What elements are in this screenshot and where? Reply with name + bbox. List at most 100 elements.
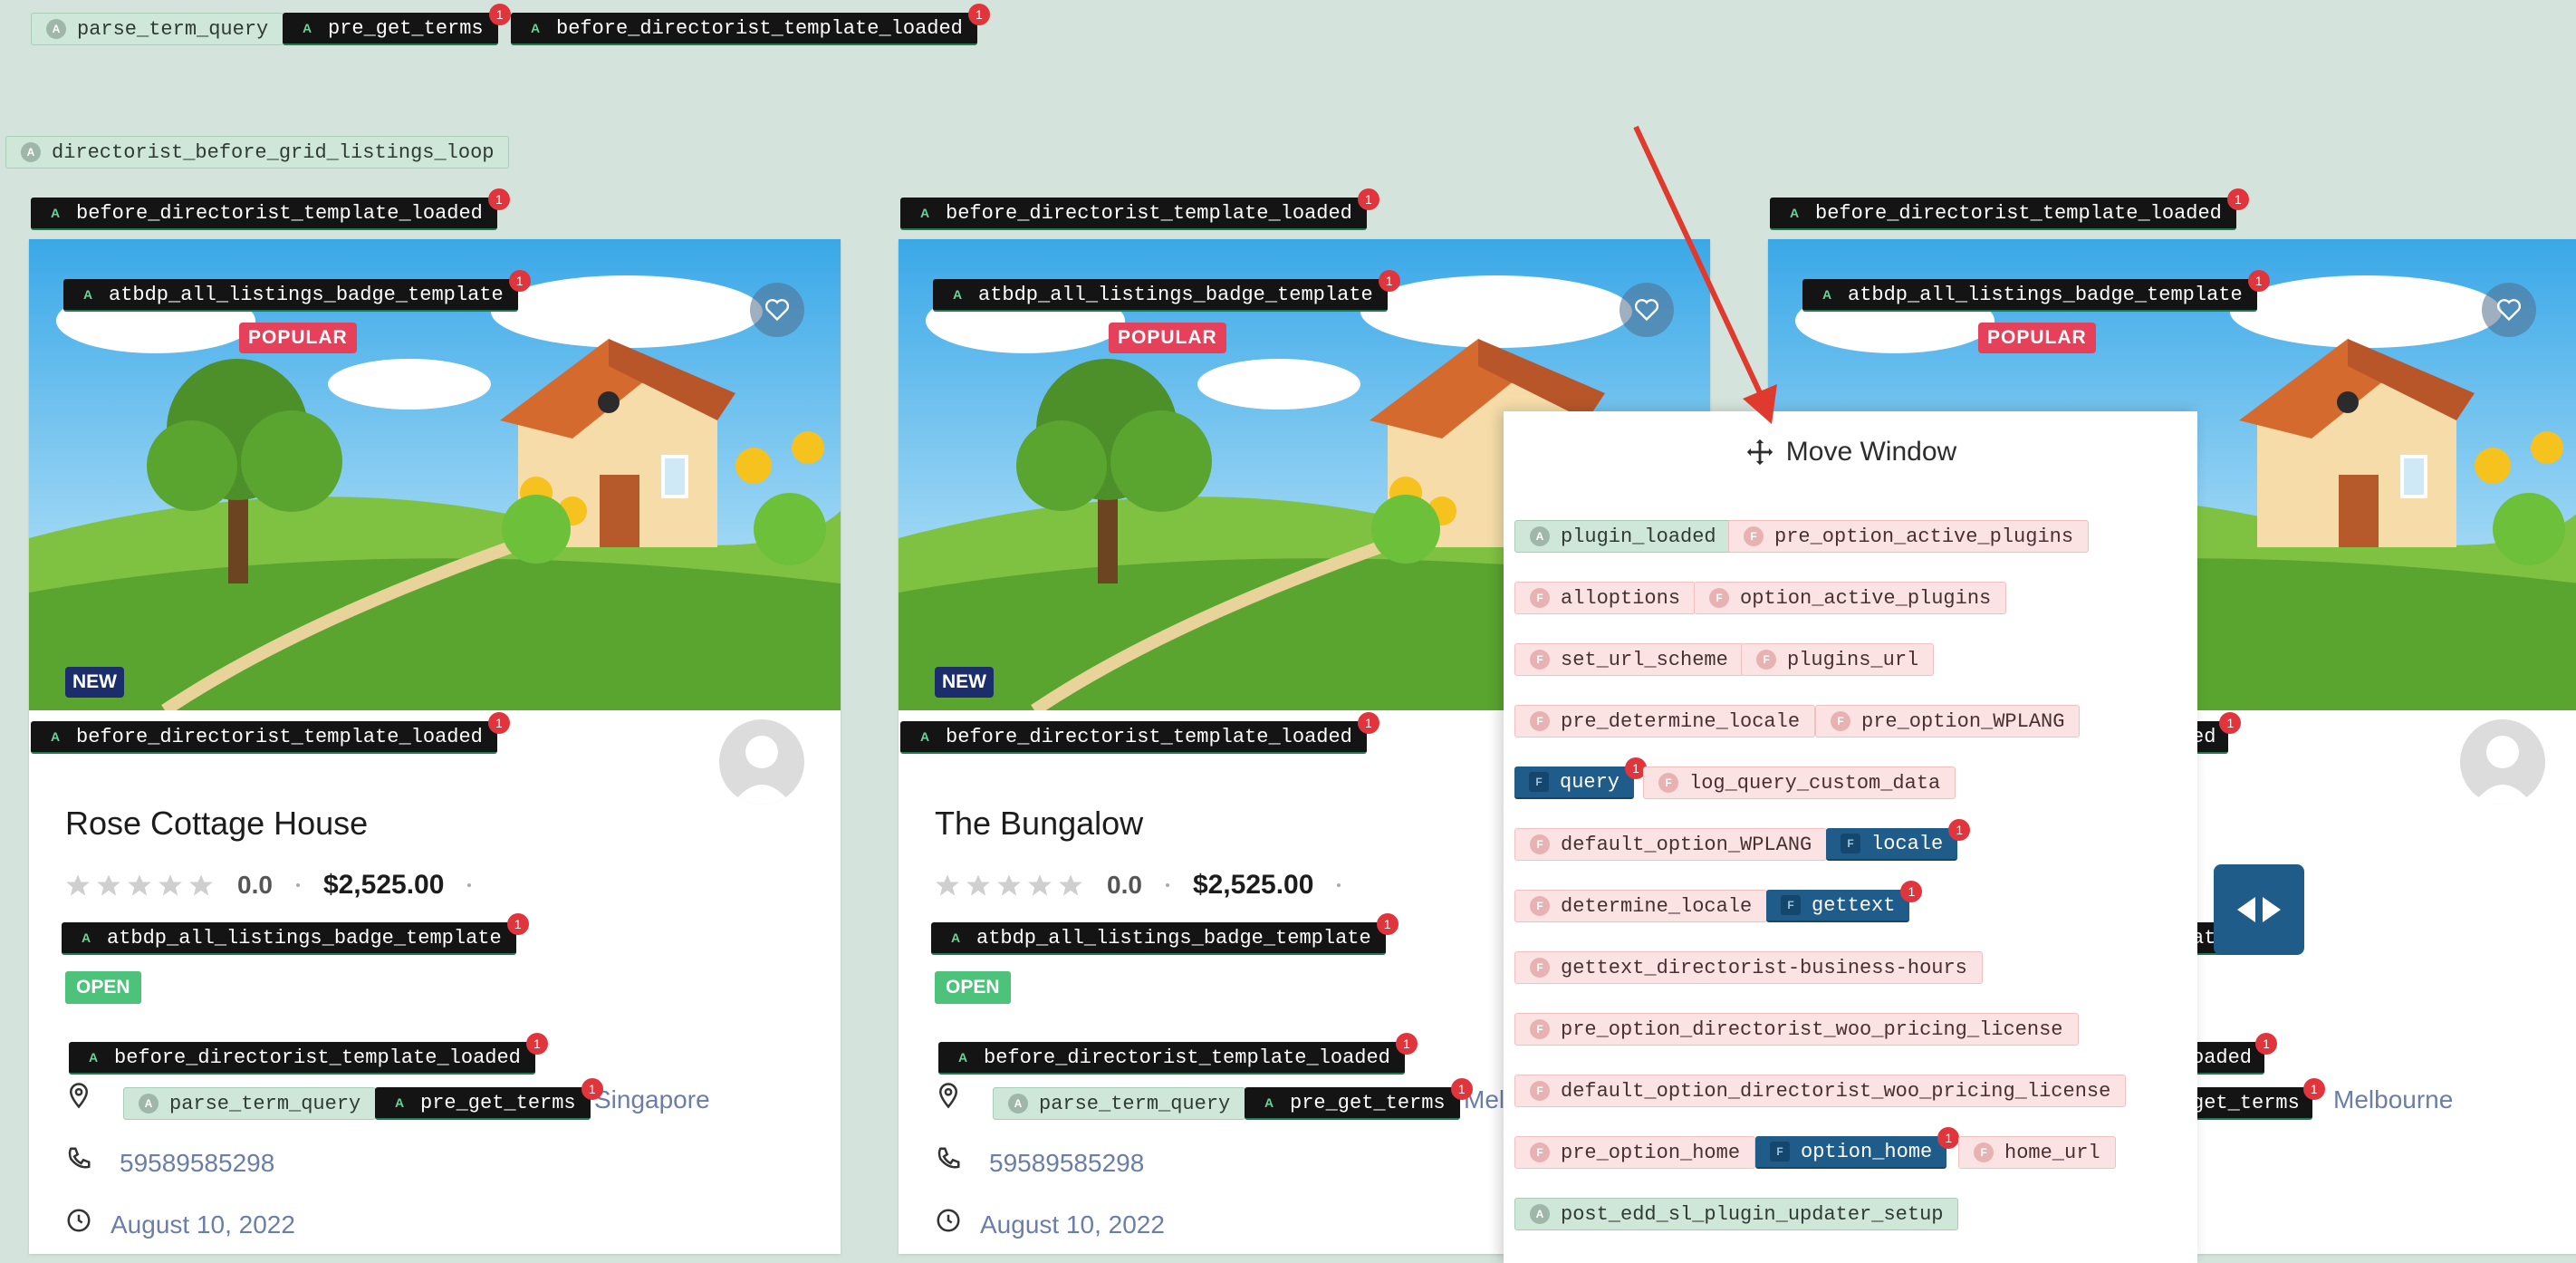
listing-title[interactable]: The Bungalow [935,805,1143,843]
avatar-icon [2473,736,2533,805]
hook-tag-pre-get-terms[interactable]: A pre_get_terms 1 [375,1078,603,1120]
hook-tag-label: set_url_scheme [1561,648,1728,671]
hook-tag-label: parse_term_query [77,17,269,41]
hook-tag-pre-option-home[interactable]: F pre_option_home [1514,1136,1756,1169]
hook-tag-plugins-url[interactable]: F plugins_url [1741,643,1935,676]
hook-tag-label: option_active_plugins [1740,586,1992,610]
hook-tag-label: parse_term_query [1039,1092,1231,1115]
hook-tag-badge-template[interactable]: A atbdp_all_listings_badge_template 1 [63,270,531,312]
hook-tag-pre-option-active-plugins[interactable]: F pre_option_active_plugins [1728,520,2090,553]
hook-type-icon: A [21,142,41,162]
hook-tag-parse-term-query[interactable]: A parse_term_query [123,1087,377,1120]
hook-tag-card2-before-template[interactable]: A before_directorist_template_loaded 1 [900,188,1379,230]
hook-tag-pre-get-terms-partial[interactable]: get_terms 1 [2188,1078,2325,1120]
hook-type-icon: A [82,287,93,302]
hook-type-icon: A [1821,287,1832,302]
hook-tag-option-active-plugins[interactable]: F option_active_plugins [1694,582,2007,614]
listing-phone[interactable]: 59589585298 [989,1149,1144,1178]
hook-type-icon: A [952,287,963,302]
hook-tag-label: query [1560,770,1620,794]
hook-tag-badge-template-2[interactable]: A atbdp_all_listings_badge_template 1 [931,913,1399,955]
hook-tag-log-query-custom-data[interactable]: F log_query_custom_data [1643,766,1956,799]
hook-tag-label: before_directorist_template_loaded [1815,201,2222,225]
rating-stars[interactable] [935,873,1083,897]
hook-count-badge: 1 [1357,188,1379,210]
hook-tag-locale[interactable]: F locale 1 [1826,819,1971,861]
hook-tag-badge-template[interactable]: A atbdp_all_listings_badge_template 1 [1802,270,2270,312]
listing-location[interactable]: Singapore [594,1085,710,1114]
hook-tag-label: option_home [1801,1140,1933,1163]
hook-type-icon: A [919,206,930,220]
hook-tag-parse-term-query[interactable]: A parse_term_query [993,1087,1246,1120]
rating-value: 0.0 [1107,871,1142,899]
hook-tag-before-template-partial-2[interactable]: oaded 1 [2188,1033,2278,1075]
favorite-button[interactable] [750,283,804,337]
hook-tag-badge-template-2[interactable]: A atbdp_all_listings_badge_template 1 [62,913,529,955]
hook-tag-plugin-loaded[interactable]: A plugin_loaded [1514,520,1732,553]
listing-phone[interactable]: 59589585298 [120,1149,274,1178]
listing-title[interactable]: Rose Cottage House [65,805,368,843]
hook-tag-before-template[interactable]: A before_directorist_template_loaded 1 [900,712,1379,754]
hook-tag-label: before_directorist_template_loaded [946,725,1352,748]
hook-tag-before-grid-listings-loop[interactable]: A directorist_before_grid_listings_loop [5,136,510,169]
heart-icon [2496,299,2522,322]
separator-dot [1165,883,1169,887]
phone-icon [68,1147,91,1169]
hook-tag-label: before_directorist_template_loaded [984,1046,1390,1069]
hook-type-icon: F [1841,834,1860,853]
star-icon [1028,874,1052,896]
hook-type-icon: F [1530,1142,1550,1162]
hook-type-icon: A [950,930,961,945]
hook-type-icon: A [530,21,541,35]
listing-location[interactable]: Melbourne [2333,1085,2453,1114]
hook-tag-pre-option-wplang[interactable]: F pre_option_WPLANG [1815,705,2081,738]
favorite-button[interactable] [2482,283,2536,337]
toggle-panel-button[interactable] [2214,864,2304,955]
hook-tag-pre-get-terms[interactable]: A pre_get_terms 1 [283,4,511,45]
hook-tag-label: oaded [2192,1046,2253,1069]
hook-tag-gettext-business-hours[interactable]: F gettext_directorist-business-hours [1514,951,1983,984]
hook-tag-default-option-woo-pricing-license[interactable]: F default_option_directorist_woo_pricing… [1514,1075,2127,1107]
hook-tag-label: before_directorist_template_loaded [76,201,483,225]
hook-tag-gettext[interactable]: F gettext 1 [1766,881,1923,922]
hook-tag-edd-sl-plugin-updater-setup[interactable]: A post_edd_sl_plugin_updater_setup [1514,1198,1959,1230]
favorite-button[interactable] [1620,283,1674,337]
hook-count-badge: 1 [1937,1127,1960,1149]
hook-type-icon: A [1264,1095,1274,1110]
avatar[interactable] [719,719,804,805]
star-icon [1059,874,1082,896]
hook-tag-before-template-2[interactable]: A before_directorist_template_loaded 1 [69,1033,548,1075]
hook-tag-query[interactable]: F query 1 [1514,757,1648,799]
hook-count-badge: 1 [487,712,510,734]
move-window-handle[interactable]: Move Window [1504,437,2197,468]
hook-tag-before-template-2[interactable]: A before_directorist_template_loaded 1 [938,1033,1418,1075]
hook-count-badge: 1 [1357,712,1379,734]
hook-tag-determine-locale[interactable]: F determine_locale [1514,890,1768,922]
hooks-window[interactable]: Move Window A plugin_loaded F pre_option… [1504,411,2197,1263]
hook-tag-card1-before-template[interactable]: A before_directorist_template_loaded 1 [31,188,510,230]
hook-type-icon: F [1530,1081,1550,1101]
avatar[interactable] [2460,719,2545,805]
hook-tag-label: pre_get_terms [1290,1091,1446,1114]
hook-tag-label: directorist_before_grid_listings_loop [52,140,495,164]
hook-tag-badge-template[interactable]: A atbdp_all_listings_badge_template 1 [933,270,1400,312]
hook-count-badge: 1 [1900,881,1923,902]
hook-type-icon: A [139,1094,159,1114]
hook-type-icon: A [302,21,312,35]
hook-tag-before-template[interactable]: A before_directorist_template_loaded 1 [31,712,510,754]
hook-tag-card3-before-template[interactable]: A before_directorist_template_loaded 1 [1770,188,2249,230]
hook-tag-parse-term-query[interactable]: A parse_term_query [31,13,284,45]
move-window-title: Move Window [1785,437,1957,467]
hook-tag-alloptions[interactable]: F alloptions [1514,582,1697,614]
hook-tag-set-url-scheme[interactable]: F set_url_scheme [1514,643,1744,676]
hook-tag-pre-determine-locale[interactable]: F pre_determine_locale [1514,705,1816,738]
hook-tag-label: gettext [1812,893,1896,917]
hook-tag-default-option-wplang[interactable]: F default_option_WPLANG [1514,828,1828,861]
hook-tag-pre-get-terms[interactable]: A pre_get_terms 1 [1245,1078,1473,1120]
rating-stars[interactable] [65,873,214,897]
hook-tag-label: before_directorist_template_loaded [114,1046,521,1069]
hook-tag-home-url[interactable]: F home_url [1958,1136,2116,1169]
hook-tag-before-template-loaded[interactable]: A before_directorist_template_loaded 1 [511,4,990,45]
hook-tag-pre-option-woo-pricing-license[interactable]: F pre_option_directorist_woo_pricing_lic… [1514,1013,2079,1046]
hook-tag-option-home[interactable]: F option_home 1 [1755,1127,1960,1169]
